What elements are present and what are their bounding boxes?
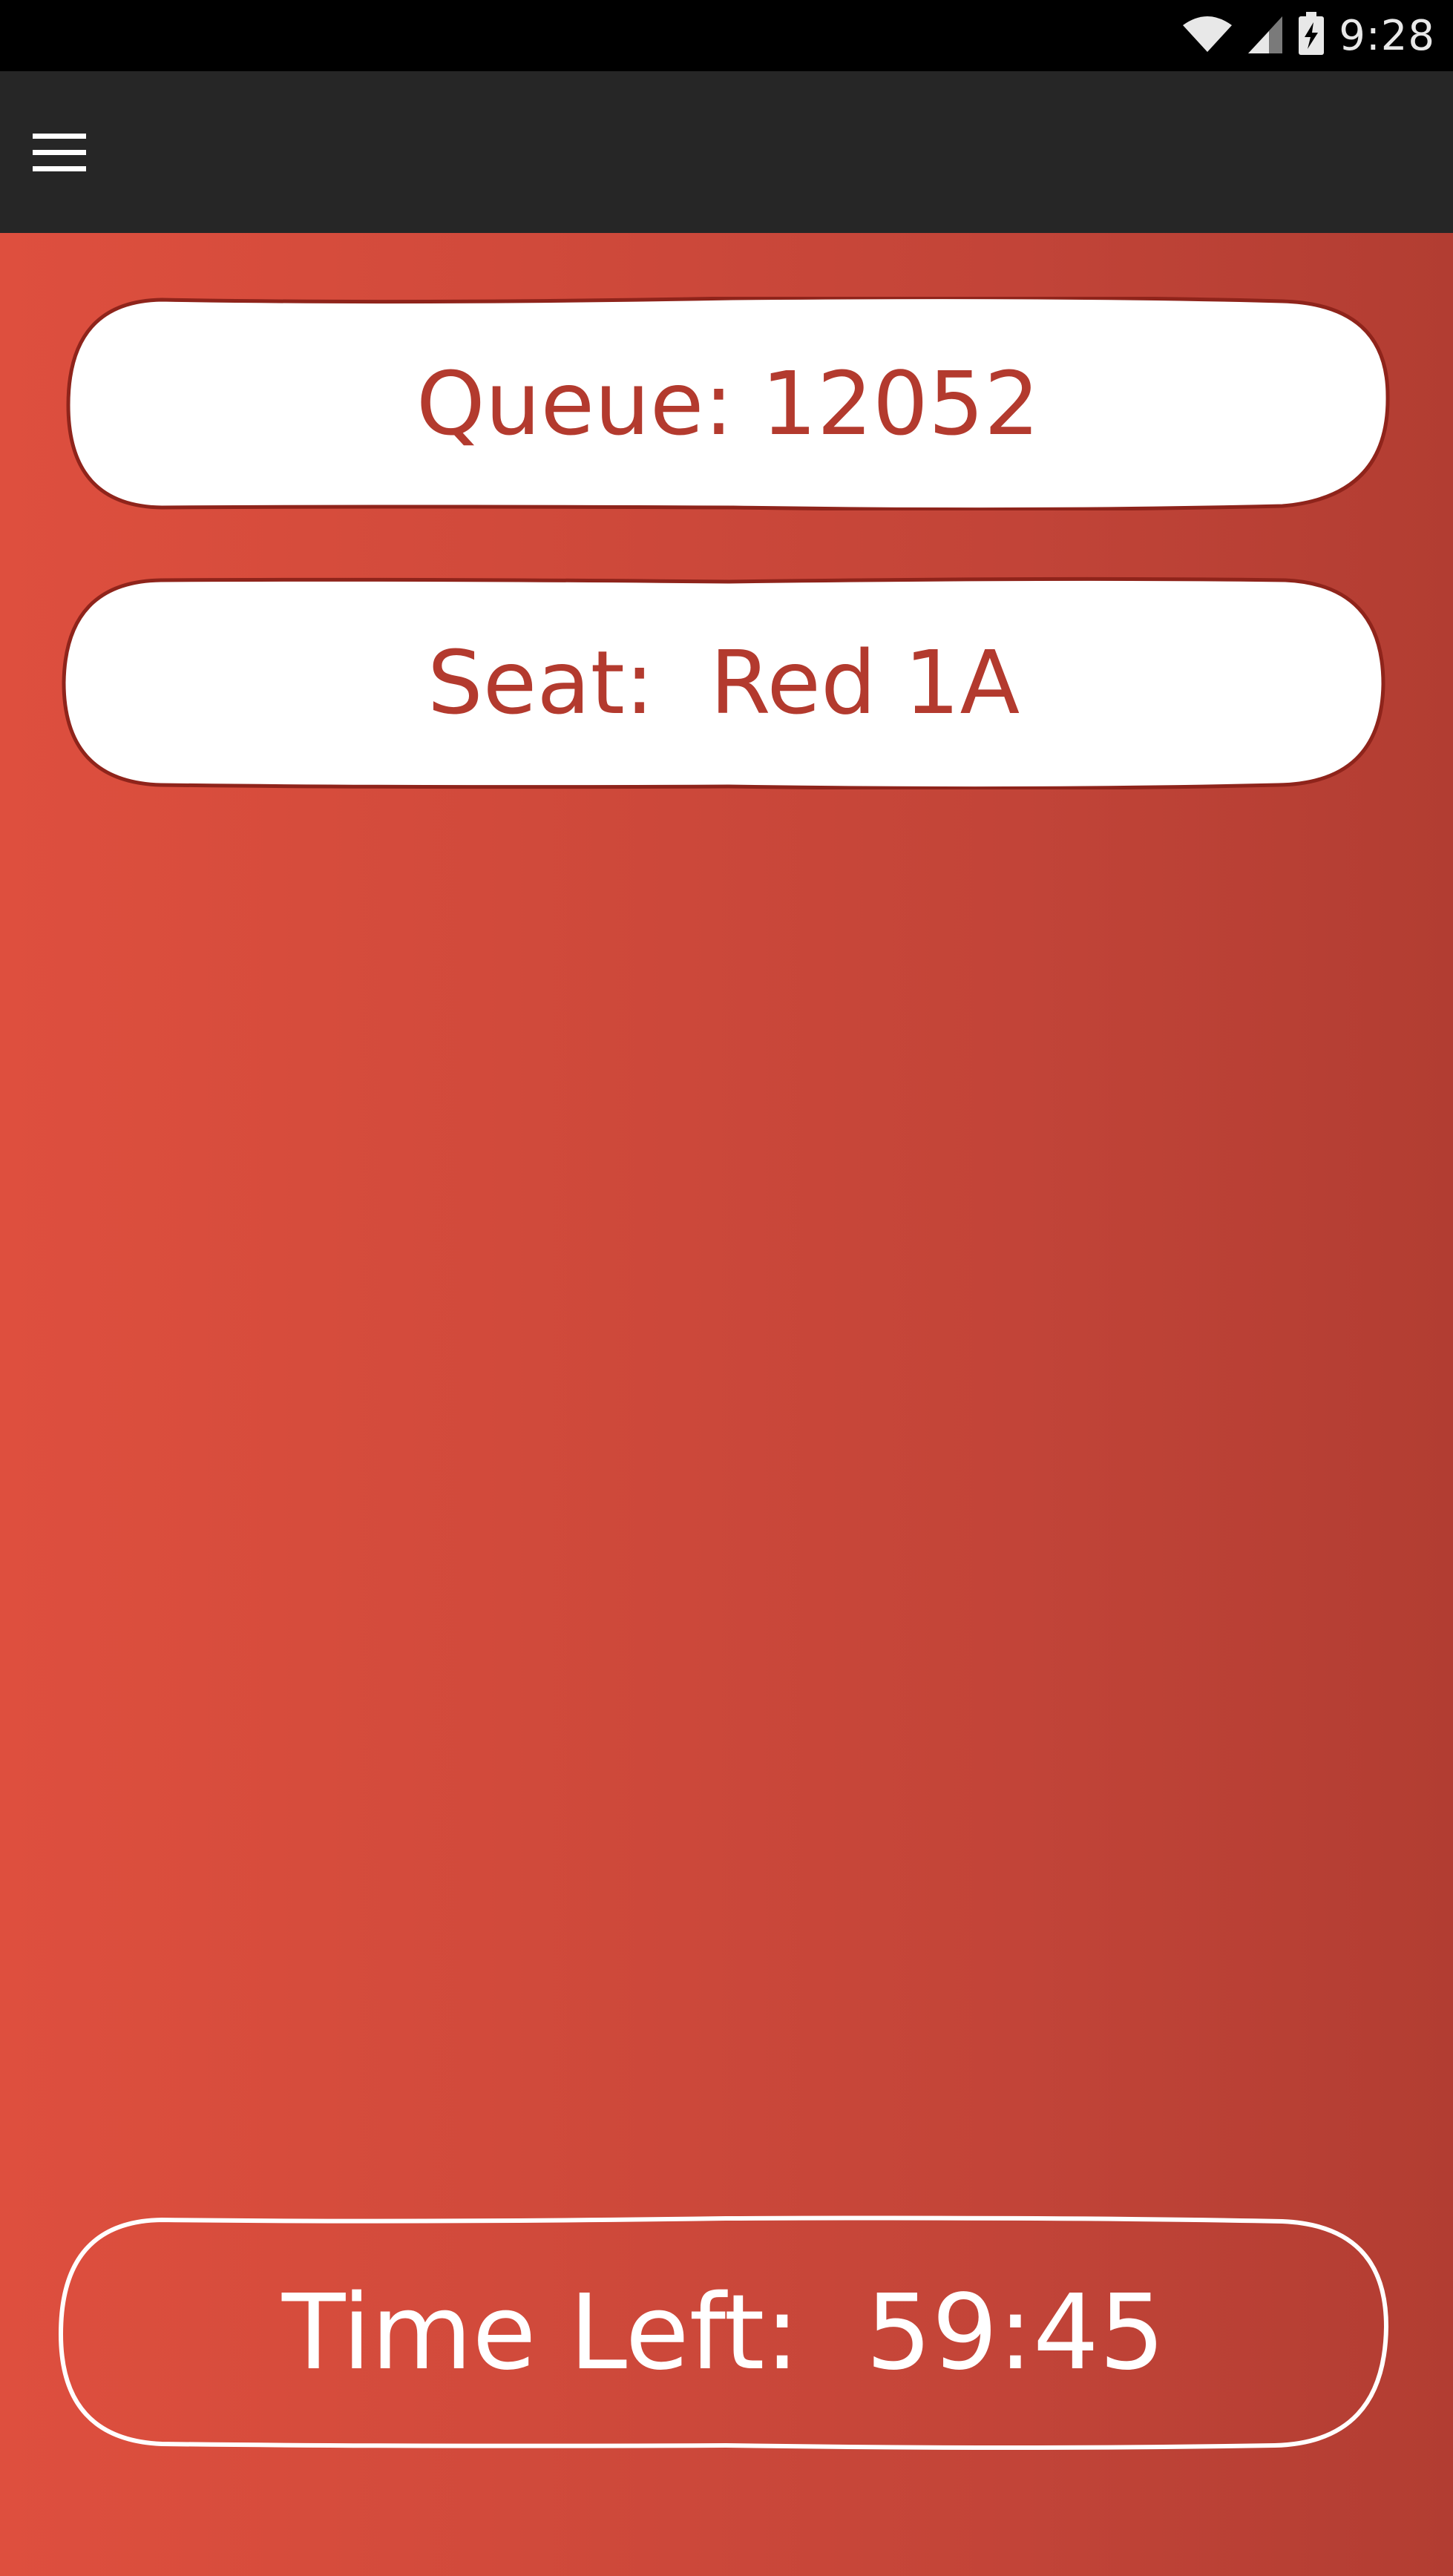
wifi-icon [1181,13,1233,59]
main-content: Queue: 12052 Seat: Red 1A Time Left: 59:… [0,233,1453,2576]
app-bar [0,71,1453,233]
menu-button[interactable] [22,116,96,190]
seat-display: Seat: Red 1A [61,576,1386,789]
battery-charging-icon [1297,11,1325,60]
status-icons: 9:28 [1181,7,1435,64]
status-time: 9:28 [1339,11,1435,60]
time-left-label: Time Left: 59:45 [281,2272,1166,2393]
seat-label: Seat: Red 1A [427,631,1020,734]
status-bar: 9:28 [0,0,1453,71]
time-left-display: Time Left: 59:45 [58,2215,1389,2450]
hamburger-menu-icon [33,134,86,171]
signal-icon [1247,13,1284,59]
queue-label: Queue: 12052 [416,352,1040,455]
queue-display: Queue: 12052 [65,297,1391,510]
